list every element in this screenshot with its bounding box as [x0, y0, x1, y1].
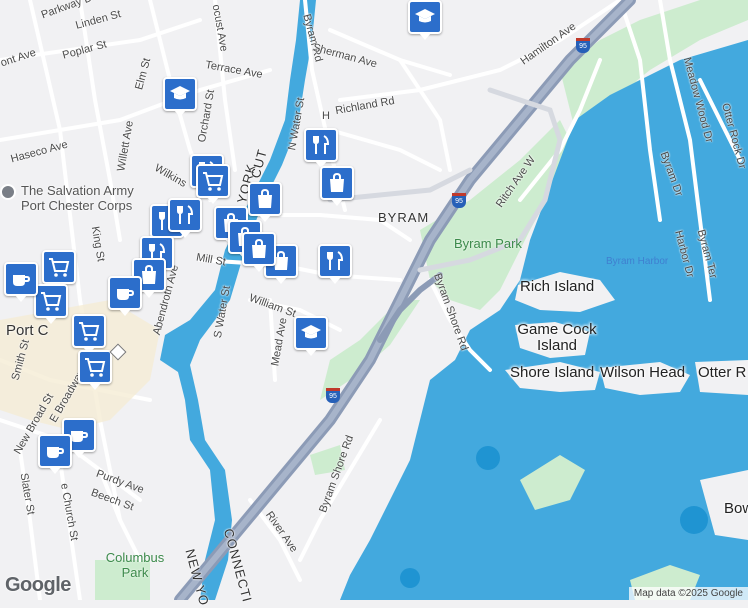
- restaurant-marker[interactable]: [318, 244, 352, 284]
- label-shore-island: Shore Island: [510, 364, 595, 381]
- coffee-cup-icon: [117, 289, 135, 300]
- i95-shield-bottom: 95: [326, 388, 340, 403]
- restaurant-marker[interactable]: [304, 128, 338, 168]
- place-port-chester: Port C: [6, 322, 49, 339]
- grocery-cart-marker[interactable]: [196, 164, 230, 204]
- label-game-cock-island: Game Cock Island: [517, 321, 597, 354]
- i95-shield-top: 95: [576, 38, 590, 53]
- islet-3: [400, 568, 420, 588]
- label-rich-island: Rich Island: [520, 278, 595, 295]
- grocery-cart-marker[interactable]: [42, 250, 76, 290]
- shopping-bag-icon: [258, 188, 272, 208]
- shopping-cart-icon: [79, 322, 100, 341]
- islet-2: [680, 506, 708, 534]
- fork-knife-icon: [177, 205, 194, 224]
- label-bow: Bow: [724, 500, 748, 517]
- shopping-bag-icon: [330, 172, 344, 192]
- fork-knife-icon: [327, 251, 344, 270]
- restaurant-marker[interactable]: [168, 198, 202, 238]
- poi-salvation-army[interactable]: The Salvation Army Port Chester Corps: [21, 183, 151, 213]
- graduation-cap-icon: [415, 9, 435, 23]
- grocery-cart-marker[interactable]: [72, 314, 106, 354]
- shopping-bag-marker[interactable]: [320, 166, 354, 206]
- cafe-marker[interactable]: [4, 262, 38, 302]
- shopping-cart-icon: [49, 258, 70, 277]
- label-byram-park: Byram Park: [454, 236, 522, 251]
- school-marker[interactable]: [408, 0, 442, 40]
- place-byram: BYRAM: [378, 210, 430, 225]
- label-byram-harbor: Byram Harbor: [606, 256, 669, 267]
- cafe-marker[interactable]: [38, 434, 72, 474]
- coffee-cup-icon: [47, 447, 65, 458]
- label-otter-rock: Otter R: [698, 364, 747, 381]
- street-label: H: [322, 110, 330, 122]
- label-columbus-park: Columbus Park: [105, 550, 165, 580]
- shopping-bag-marker[interactable]: [248, 182, 282, 222]
- shopping-cart-icon: [203, 172, 224, 191]
- google-logo: Google: [5, 574, 71, 596]
- i95-shield-middle: 95: [452, 193, 466, 208]
- map-attribution[interactable]: Map data ©2025 Google: [628, 587, 748, 600]
- label-wilson-head: Wilson Head: [600, 364, 686, 381]
- islet-1: [476, 446, 500, 470]
- cafe-marker[interactable]: [108, 276, 142, 316]
- school-marker[interactable]: [163, 77, 197, 117]
- shopping-bag-marker[interactable]: [242, 232, 276, 272]
- coffee-cup-icon: [13, 275, 31, 286]
- shopping-cart-icon: [41, 292, 62, 311]
- shopping-bag-icon: [252, 238, 266, 258]
- graduation-cap-icon: [170, 86, 190, 100]
- fork-knife-icon: [313, 135, 330, 154]
- graduation-cap-icon: [301, 325, 321, 339]
- grocery-cart-marker[interactable]: [34, 284, 68, 324]
- grocery-cart-marker[interactable]: [78, 350, 112, 390]
- salvation-army-icon[interactable]: [0, 184, 16, 200]
- school-marker[interactable]: [294, 316, 328, 356]
- shopping-cart-icon: [85, 358, 106, 377]
